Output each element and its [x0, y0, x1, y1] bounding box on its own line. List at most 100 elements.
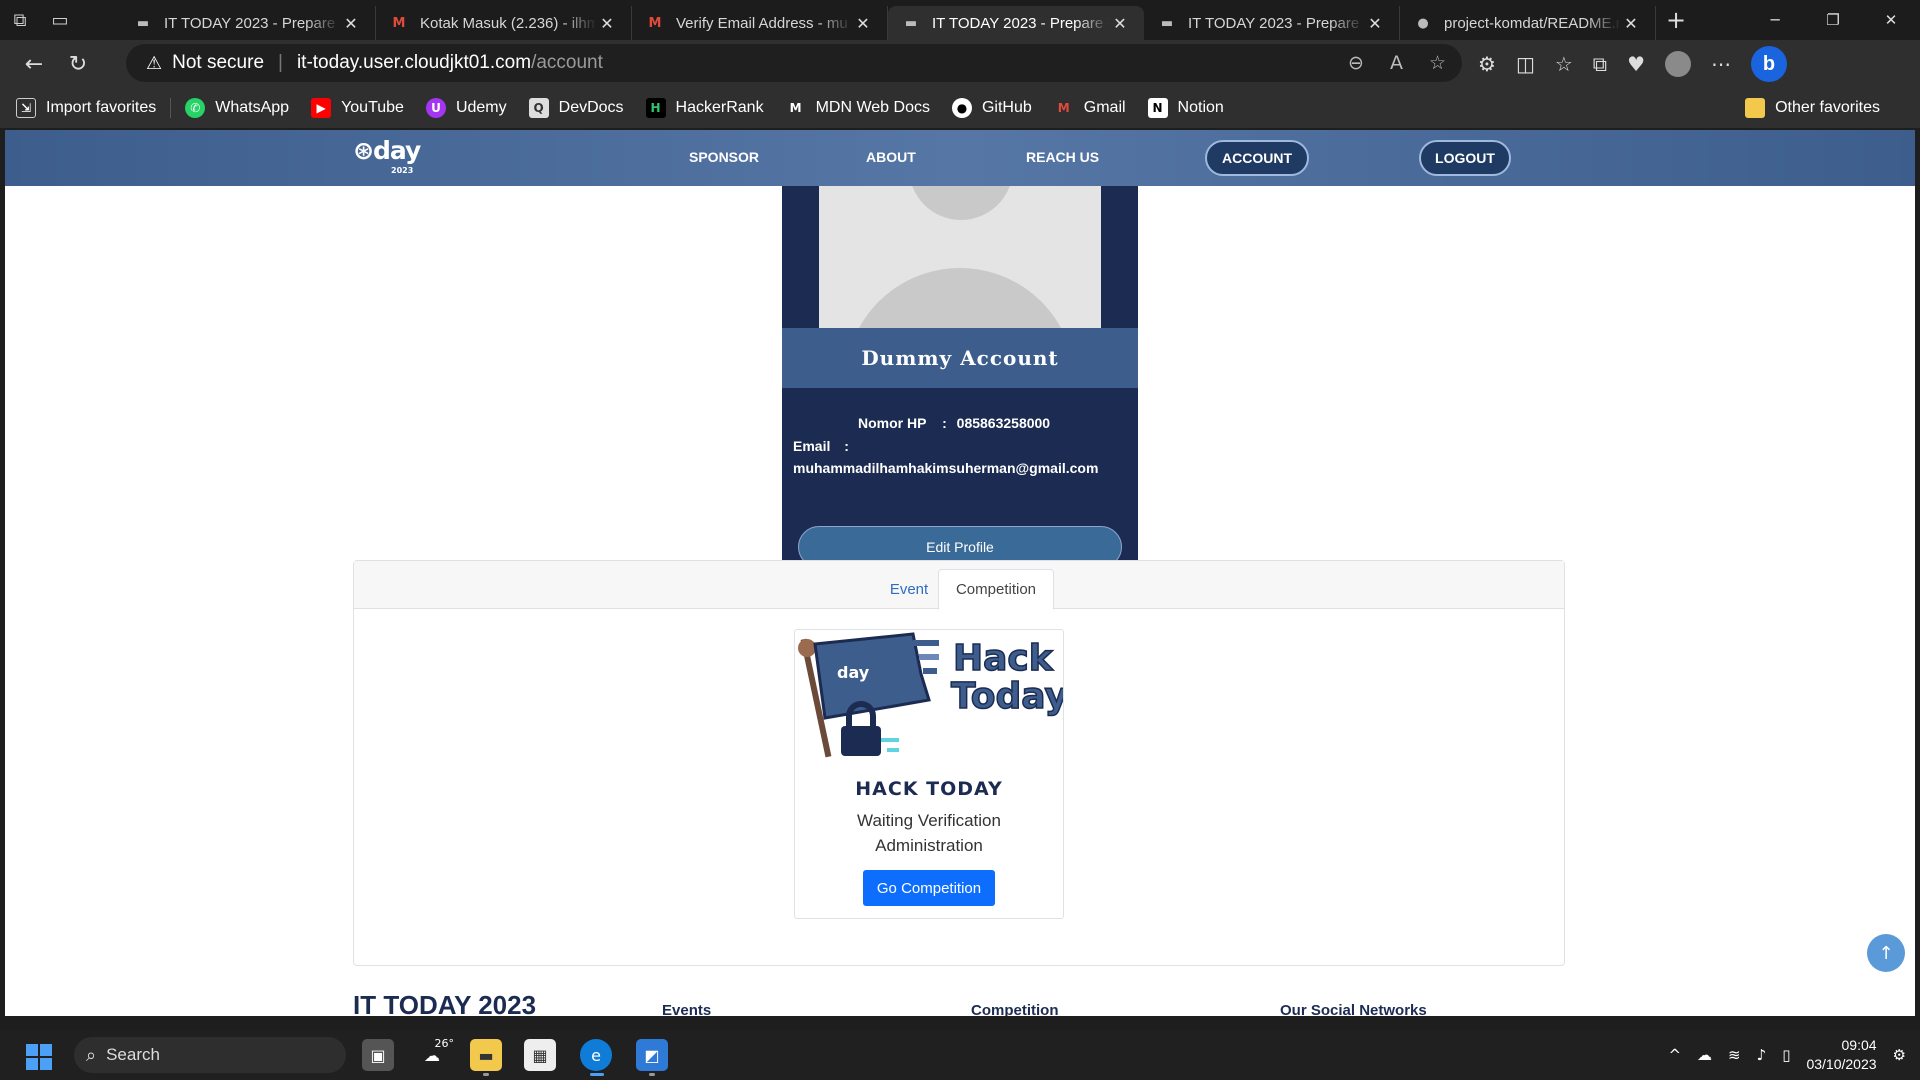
taskbar-clock[interactable]: 09:04 03/10/2023	[1806, 1036, 1876, 1074]
favorite-hackerrank[interactable]: H HackerRank	[645, 98, 764, 118]
nav-sponsor[interactable]: SPONSOR	[689, 149, 759, 165]
favorite-udemy[interactable]: U Udemy	[425, 98, 507, 118]
new-tab-icon[interactable]: +	[1656, 6, 1696, 34]
browser-tab[interactable]: M Kotak Masuk (2.236) - ilhm ✕	[376, 6, 632, 40]
avatar-body-shape	[845, 268, 1075, 328]
split-screen-icon[interactable]: ◫	[1516, 52, 1535, 76]
banner-line1: Hack	[953, 638, 1054, 679]
extensions-icon[interactable]: ⚙	[1478, 52, 1496, 76]
nav-logout-button[interactable]: LOGOUT	[1419, 140, 1511, 176]
more-menu-icon[interactable]: ⋯	[1711, 52, 1731, 76]
close-tab-icon[interactable]: ✕	[597, 14, 617, 33]
weather-icon[interactable]: ☁ 26°	[416, 1037, 454, 1071]
back-icon[interactable]: ←	[12, 42, 56, 86]
taskbar-search[interactable]: ⌕ Search	[74, 1037, 346, 1073]
url-host: it-today.user.cloudjkt01.com	[296, 52, 532, 73]
start-windows-icon[interactable]	[26, 1044, 52, 1070]
hackerrank-icon: H	[645, 98, 666, 118]
onedrive-icon[interactable]: ☁	[1697, 1046, 1712, 1064]
notion-icon: N	[1147, 98, 1168, 118]
read-aloud-icon[interactable]: A	[1390, 52, 1403, 74]
scroll-to-top-button[interactable]: ↑	[1867, 934, 1905, 972]
other-favorites[interactable]: ■ Other favorites	[1745, 98, 1880, 118]
store-icon[interactable]: ▦	[524, 1039, 556, 1071]
close-window-icon[interactable]: ✕	[1862, 0, 1920, 40]
mdn-icon: M	[789, 101, 802, 115]
banner-line2: Today	[951, 676, 1063, 717]
browser-tab-active[interactable]: ▬ IT TODAY 2023 - Prepare Y ✕	[888, 6, 1144, 40]
go-competition-button[interactable]: Go Competition	[863, 870, 995, 906]
running-indicator	[649, 1073, 655, 1076]
refresh-icon[interactable]: ↻	[56, 42, 100, 86]
tab-title: IT TODAY 2023 - Prepare Y	[1188, 14, 1365, 32]
tab-actions-icon[interactable]: ▭	[40, 0, 80, 40]
zoom-icon[interactable]: ⊖	[1348, 52, 1364, 74]
bing-copilot-icon[interactable]: b	[1751, 46, 1787, 82]
address-bar[interactable]: ⚠ Not secure | it-today.user.cloudjkt01.…	[126, 44, 1462, 82]
system-tray: ^ ☁ ≋ ♪ ▯ 09:04 03/10/2023 ⚙	[1668, 1030, 1906, 1080]
weather-temp: 26°	[434, 1037, 455, 1050]
favorites-divider	[170, 98, 172, 118]
favorite-notion[interactable]: N Notion	[1147, 98, 1224, 118]
close-tab-icon[interactable]: ✕	[1365, 14, 1385, 33]
close-tab-icon[interactable]: ✕	[1621, 14, 1641, 33]
email-label: Email	[793, 438, 831, 454]
photos-icon[interactable]: ◩	[636, 1039, 668, 1071]
chevron-up-icon[interactable]: ^	[1668, 1046, 1681, 1064]
close-tab-icon[interactable]: ✕	[341, 14, 361, 33]
github-icon: ●	[951, 98, 972, 118]
notification-icon[interactable]: ⚙	[1893, 1046, 1906, 1064]
phone-value: 085863258000	[956, 415, 1051, 431]
close-tab-icon[interactable]: ✕	[1110, 14, 1130, 33]
volume-icon[interactable]: ♪	[1757, 1046, 1767, 1064]
site-favicon-icon: ▬	[1160, 15, 1174, 31]
favorite-whatsapp[interactable]: ✆ WhatsApp	[185, 98, 289, 118]
active-indicator	[590, 1073, 604, 1076]
browser-tab[interactable]: M Verify Email Address - mu ✕	[632, 6, 888, 40]
nav-reach-us[interactable]: REACH US	[1026, 149, 1099, 165]
nav-about[interactable]: ABOUT	[866, 149, 916, 165]
favorite-github[interactable]: ● GitHub	[951, 98, 1032, 118]
site-logo[interactable]: ⊛day 2023	[353, 136, 421, 175]
gmail-icon: M	[1057, 101, 1070, 115]
security-status[interactable]: Not secure	[172, 52, 264, 74]
wifi-icon[interactable]: ≋	[1728, 1046, 1741, 1064]
clock-date: 03/10/2023	[1806, 1056, 1877, 1072]
browser-tab[interactable]: ▬ IT TODAY 2023 - Prepare Y ✕	[1144, 6, 1400, 40]
favorite-devdocs[interactable]: Q DevDocs	[528, 98, 624, 118]
browser-essentials-icon[interactable]: ♥	[1627, 52, 1645, 76]
file-explorer-icon[interactable]: ▬	[470, 1039, 502, 1071]
footer-brand: IT TODAY 2023	[353, 990, 537, 1016]
phone-label: Nomor HP	[858, 415, 927, 431]
close-tab-icon[interactable]: ✕	[853, 14, 873, 33]
tab-competition[interactable]: Competition	[938, 569, 1054, 610]
workspaces-icon[interactable]: ⧉	[0, 0, 40, 40]
tab-title: Kotak Masuk (2.236) - ilhm	[420, 14, 597, 32]
whatsapp-icon: ✆	[185, 98, 206, 118]
favorite-star-icon[interactable]: ☆	[1429, 52, 1446, 74]
restore-icon[interactable]: ❐	[1804, 0, 1862, 40]
site-favicon-icon: ▬	[136, 15, 150, 31]
browser-tab[interactable]: ▬ IT TODAY 2023 - Prepare Y ✕	[120, 6, 376, 40]
minimize-icon[interactable]: ─	[1746, 0, 1804, 40]
browser-tab[interactable]: ● project-komdat/README.r ✕	[1400, 6, 1656, 40]
favorite-label: Import favorites	[46, 99, 157, 116]
favorite-youtube[interactable]: ▶ YouTube	[311, 98, 404, 118]
edge-icon[interactable]: e	[580, 1039, 612, 1071]
collections-icon[interactable]: ⧉	[1593, 52, 1607, 76]
competition-card: day Hack Today HACK TODAY Waiting Verifi…	[794, 629, 1064, 919]
nav-account-button[interactable]: ACCOUNT	[1205, 140, 1309, 176]
favorite-label: YouTube	[341, 99, 404, 116]
task-view-icon[interactable]: ▣	[362, 1039, 394, 1071]
profile-avatar[interactable]	[1665, 51, 1691, 77]
tab-title: project-komdat/README.r	[1444, 14, 1621, 32]
competition-title: HACK TODAY	[855, 778, 1003, 800]
favorite-import[interactable]: ⇲ Import favorites	[16, 98, 156, 118]
favorite-mdn[interactable]: M MDN Web Docs	[786, 98, 930, 118]
profile-card: Dummy Account Nomor HP : 085863258000 Em…	[782, 186, 1138, 588]
footer-social-heading: Our Social Networks	[1280, 1002, 1427, 1016]
favorite-gmail[interactable]: M Gmail	[1054, 98, 1126, 118]
favorites-icon[interactable]: ☆	[1555, 52, 1573, 76]
tab-title: IT TODAY 2023 - Prepare Y	[932, 14, 1110, 32]
battery-icon[interactable]: ▯	[1782, 1046, 1790, 1064]
